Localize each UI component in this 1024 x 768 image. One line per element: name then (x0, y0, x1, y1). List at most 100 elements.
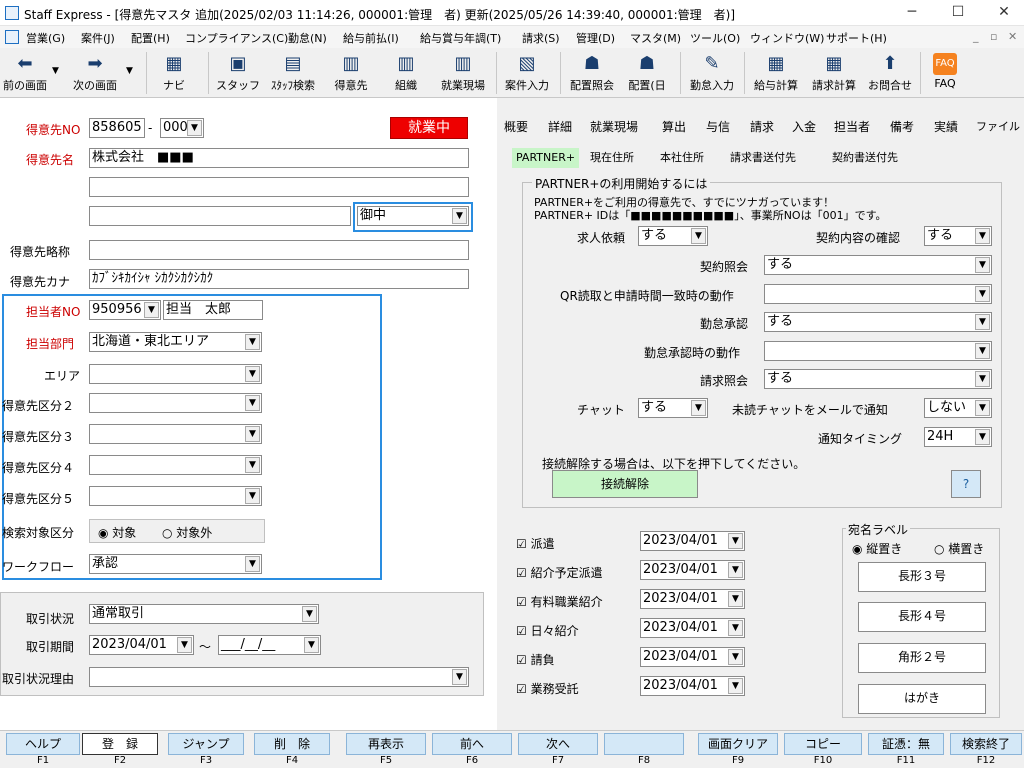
job-request-select[interactable]: する ▼ (638, 226, 708, 246)
contract-query-select[interactable]: する ▼ (764, 255, 992, 275)
navi-button[interactable]: ▦ ナビ (152, 48, 196, 98)
search-target-off-radio[interactable]: ○ 対象外 (162, 524, 212, 541)
register-fkey-button[interactable]: 登 録 (82, 733, 158, 755)
tab-file[interactable]: ファイル (976, 117, 1020, 137)
contract-date-select[interactable]: 2023/04/01 ▼ (640, 618, 745, 638)
label-postcard-button[interactable]: はがき (858, 684, 986, 714)
contract-date-select[interactable]: 2023/04/01 ▼ (640, 560, 745, 580)
help-fkey-button[interactable]: ヘルプ (6, 733, 80, 755)
next-dropdown-icon[interactable]: ▼ (126, 66, 133, 76)
customer-name-line2-field[interactable] (89, 177, 469, 197)
tab-overview[interactable]: 概要 (504, 117, 528, 137)
orientation-horizontal-radio[interactable]: ○ 横置き (934, 540, 984, 557)
tab-notes[interactable]: 備考 (890, 117, 914, 137)
jump-fkey-button[interactable]: ジャンプ (168, 733, 244, 755)
faq-button[interactable]: FAQ FAQ (924, 48, 966, 98)
contract-date-select[interactable]: 2023/04/01 ▼ (640, 647, 745, 667)
tab-results[interactable]: 実績 (934, 117, 958, 137)
close-icon[interactable]: ✕ (994, 4, 1014, 20)
notify-timing-select[interactable]: 24H ▼ (924, 427, 992, 447)
next-fkey-button[interactable]: 次へ (518, 733, 598, 755)
customer-short-field[interactable] (89, 240, 469, 260)
menu-item[interactable]: 管理(D) (576, 30, 615, 46)
menu-item[interactable]: ウィンドウ(W) (750, 30, 824, 46)
prev-fkey-button[interactable]: 前へ (432, 733, 512, 755)
staff-button[interactable]: ▣ スタッフ (214, 48, 262, 98)
customer-no-field[interactable]: 858605 (89, 118, 145, 138)
tab-payment[interactable]: 入金 (792, 117, 816, 137)
project-input-button[interactable]: ▧ 案件入力 (500, 48, 554, 98)
billing-query-select[interactable]: する ▼ (764, 369, 992, 389)
delete-fkey-button[interactable]: 削 除 (254, 733, 330, 755)
minimize-icon[interactable]: ─ (902, 4, 922, 20)
customer-name-line3-field[interactable] (89, 206, 351, 226)
trade-reason-select[interactable]: ▼ (89, 667, 469, 687)
app-menu-icon[interactable] (5, 30, 19, 44)
contract-date-select[interactable]: 2023/04/01 ▼ (640, 676, 745, 696)
cat4-select[interactable]: ▼ (89, 455, 262, 475)
cat2-select[interactable]: ▼ (89, 393, 262, 413)
menu-item[interactable]: 給与賞与年調(T) (420, 30, 501, 46)
cat3-select[interactable]: ▼ (89, 424, 262, 444)
contract-checkbox-placement[interactable]: ☑ 有料職業紹介 (516, 593, 603, 610)
tab-credit[interactable]: 与信 (706, 117, 730, 137)
workflow-select[interactable]: 承認 ▼ (89, 554, 262, 574)
label-naga4-button[interactable]: 長形４号 (858, 602, 986, 632)
subtab-partner[interactable]: PARTNER+ (512, 148, 580, 168)
customer-kana-field[interactable]: ｶﾌﾞｼｷｶｲｼｬ ｼｶｸｼｶｸｼｶｸ (89, 269, 469, 289)
tab-billing[interactable]: 請求 (750, 117, 774, 137)
area-select[interactable]: ▼ (89, 364, 262, 384)
prev-dropdown-icon[interactable]: ▼ (52, 66, 59, 76)
menu-item[interactable]: コンプライアンス(C) (185, 30, 288, 46)
billing-calc-button[interactable]: ▦ 請求計算 (806, 48, 862, 98)
chat-mail-select[interactable]: しない ▼ (924, 398, 992, 418)
subtab-hq-address[interactable]: 本社住所 (660, 148, 704, 168)
evidence-fkey-button[interactable]: 証憑：無 (868, 733, 944, 755)
menu-item[interactable]: サポート(H) (826, 30, 887, 46)
contract-checkbox-contracting[interactable]: ☑ 請負 (516, 651, 555, 668)
clear-fkey-button[interactable]: 画面クリア (698, 733, 778, 755)
customer-sub-no-select[interactable]: 000 ▼ (160, 118, 204, 138)
help-icon[interactable]: ? (951, 470, 981, 498)
menu-item[interactable]: ツール(O) (690, 30, 740, 46)
trade-from-date[interactable]: 2023/04/01 ▼ (89, 635, 194, 655)
cat5-select[interactable]: ▼ (89, 486, 262, 506)
customer-button[interactable]: ▥ 得意先 (326, 48, 376, 98)
menu-item[interactable]: 請求(S) (522, 30, 560, 46)
attendance-approval-select[interactable]: する ▼ (764, 312, 992, 332)
attendance-input-button[interactable]: ✎ 勤怠入力 (684, 48, 740, 98)
search-target-on-radio[interactable]: ◉ 対象 (98, 524, 136, 541)
menu-item[interactable]: 案件(J) (81, 30, 115, 46)
mdi-close-icon[interactable]: ✕ (1008, 30, 1017, 43)
menu-item[interactable]: マスタ(M) (630, 30, 681, 46)
placement-query-button[interactable]: ☗ 配置照会 (564, 48, 620, 98)
tab-staff[interactable]: 担当者 (834, 117, 870, 137)
f8-fkey-button[interactable] (604, 733, 684, 755)
worksite-button[interactable]: ▥ 就業現場 (434, 48, 492, 98)
staff-search-button[interactable]: ▤ ｽﾀｯﾌ検索 (264, 48, 322, 98)
menu-item[interactable]: 勤怠(N) (288, 30, 327, 46)
label-kaku2-button[interactable]: 角形２号 (858, 643, 986, 673)
tab-worksite[interactable]: 就業現場 (590, 117, 638, 137)
subtab-contract-dest[interactable]: 契約書送付先 (832, 148, 898, 168)
contract-date-select[interactable]: 2023/04/01 ▼ (640, 531, 745, 551)
customer-name-field[interactable]: 株式会社 ■■■ (89, 148, 469, 168)
contract-checkbox-daily[interactable]: ☑ 日々紹介 (516, 622, 579, 639)
placement-daily-button[interactable]: ☗ 配置(日 (622, 48, 672, 98)
menu-item[interactable]: 給与前払(I) (343, 30, 399, 46)
subtab-invoice-dest[interactable]: 請求書送付先 (730, 148, 796, 168)
mdi-minimize-icon[interactable]: _ (973, 30, 979, 43)
inquiry-button[interactable]: ⬆ お問合せ (864, 48, 916, 98)
trade-status-select[interactable]: 通常取引 ▼ (89, 604, 319, 624)
maximize-icon[interactable]: ☐ (948, 4, 968, 20)
dept-select[interactable]: 北海道・東北エリア ▼ (89, 332, 262, 352)
contract-confirm-select[interactable]: する ▼ (924, 226, 992, 246)
refresh-fkey-button[interactable]: 再表示 (346, 733, 426, 755)
chat-select[interactable]: する ▼ (638, 398, 708, 418)
disconnect-button[interactable]: 接続解除 (552, 470, 698, 498)
honorific-select[interactable]: 御中 ▼ (357, 206, 469, 226)
contract-checkbox-outsourcing[interactable]: ☑ 業務受託 (516, 680, 579, 697)
contract-date-select[interactable]: 2023/04/01 ▼ (640, 589, 745, 609)
next-screen-button[interactable]: ➡ 次の画面 (66, 48, 124, 98)
mdi-restore-icon[interactable]: ▫ (990, 30, 997, 43)
